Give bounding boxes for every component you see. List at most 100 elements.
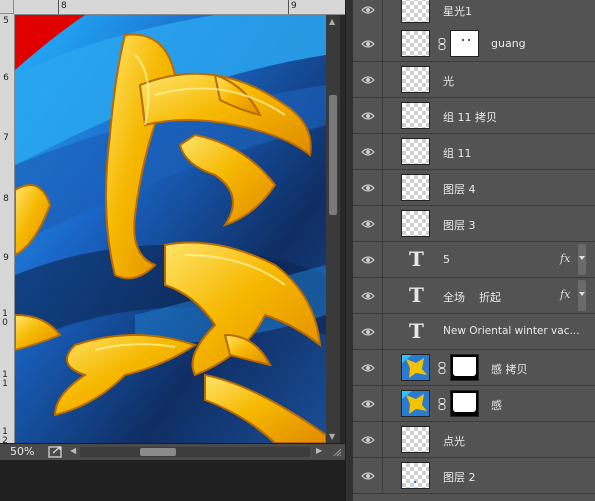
layer-thumbnail xyxy=(401,0,430,23)
document-info-icon[interactable] xyxy=(48,445,64,458)
visibility-toggle[interactable] xyxy=(353,278,383,313)
ruler-label: 6 xyxy=(3,73,9,83)
visibility-toggle[interactable] xyxy=(353,206,383,241)
workspace-background xyxy=(0,460,345,501)
horizontal-scroll-thumb[interactable] xyxy=(140,448,176,456)
layer-name: 点光 xyxy=(443,435,465,448)
layer-row[interactable]: 感 拷贝 xyxy=(353,350,595,386)
layer-thumbnail xyxy=(401,66,430,93)
layer-row[interactable]: guang xyxy=(353,26,595,62)
scroll-right-icon[interactable]: ▶ xyxy=(316,446,322,455)
layer-name: 5 xyxy=(443,253,450,266)
layer-row[interactable]: T 5 fx xyxy=(353,242,595,278)
horizontal-ruler[interactable]: 8 9 xyxy=(14,0,345,15)
eye-icon xyxy=(361,256,375,264)
layer-image-thumbnail xyxy=(401,390,430,417)
vertical-ruler[interactable]: 5 6 7 8 9 1 0 1 1 1 2 xyxy=(0,14,15,443)
layer-name: 感 xyxy=(491,399,502,412)
visibility-toggle[interactable] xyxy=(353,242,383,277)
eye-icon xyxy=(361,148,375,156)
eye-icon xyxy=(361,76,375,84)
layer-thumbnail xyxy=(401,462,430,489)
eye-icon xyxy=(361,292,375,300)
eye-icon xyxy=(361,400,375,408)
eye-icon xyxy=(361,40,375,48)
layer-row[interactable]: 组 11 拷贝 xyxy=(353,98,595,134)
horizontal-scrollbar[interactable] xyxy=(80,447,310,457)
zoom-level[interactable]: 50% xyxy=(10,445,34,458)
mask-dot xyxy=(462,39,464,41)
panel-divider[interactable] xyxy=(345,0,353,501)
artwork-image xyxy=(15,15,326,443)
layer-row[interactable]: 星光1 xyxy=(353,0,595,28)
ruler-label: 9 xyxy=(291,1,297,11)
layer-thumbnail xyxy=(401,426,430,453)
ruler-label: 7 xyxy=(3,133,9,143)
layer-row[interactable]: T New Oriental winter vac... xyxy=(353,314,595,350)
visibility-toggle[interactable] xyxy=(353,314,383,349)
ruler-origin[interactable] xyxy=(0,0,14,14)
layer-name: 感 拷贝 xyxy=(491,363,528,376)
layer-row[interactable]: 组 11 xyxy=(353,134,595,170)
resize-grip-icon[interactable] xyxy=(332,447,342,457)
layer-mask-thumbnail xyxy=(450,354,479,381)
ruler-label: 1 0 xyxy=(2,309,8,328)
visibility-toggle[interactable] xyxy=(353,422,383,457)
layer-thumbnail xyxy=(401,138,430,165)
layer-row[interactable]: 光 xyxy=(353,62,595,98)
layer-name: 星光1 xyxy=(443,5,472,18)
visibility-toggle[interactable] xyxy=(353,170,383,205)
layer-thumbnail xyxy=(401,210,430,237)
visibility-toggle[interactable] xyxy=(353,26,383,61)
layer-name: guang xyxy=(491,37,526,50)
layer-effects-badge[interactable]: fx xyxy=(560,288,570,301)
chain-link-icon[interactable] xyxy=(438,362,446,374)
eye-icon xyxy=(361,328,375,336)
chain-link-icon[interactable] xyxy=(438,398,446,410)
document-window: 8 9 5 6 7 8 9 1 0 1 1 1 2 ▲ ▼ 50% ◀ ▶ xyxy=(0,0,345,501)
eye-icon xyxy=(361,112,375,120)
scroll-down-icon[interactable]: ▼ xyxy=(329,432,335,441)
layer-name: 组 11 xyxy=(443,147,472,160)
eye-icon xyxy=(361,220,375,228)
ruler-label: 8 xyxy=(3,194,9,204)
canvas-artwork[interactable] xyxy=(15,15,326,443)
layer-row[interactable]: 感 xyxy=(353,386,595,422)
visibility-toggle[interactable] xyxy=(353,386,383,421)
layer-row[interactable]: T 全场 折起 fx xyxy=(353,278,595,314)
scroll-up-icon[interactable]: ▲ xyxy=(329,17,335,26)
ruler-label: 5 xyxy=(3,16,9,26)
layer-row[interactable]: 点光 xyxy=(353,422,595,458)
visibility-toggle[interactable] xyxy=(353,458,383,493)
layer-mask-thumbnail xyxy=(450,30,479,57)
layer-thumbnail xyxy=(401,30,430,57)
layer-row[interactable]: 图层 4 xyxy=(353,170,595,206)
visibility-toggle[interactable] xyxy=(353,98,383,133)
layer-name: 组 11 拷贝 xyxy=(443,111,497,124)
vertical-scrollbar[interactable]: ▲ ▼ xyxy=(326,15,340,443)
layer-row[interactable]: 图层 3 xyxy=(353,206,595,242)
effects-expand-toggle[interactable] xyxy=(578,244,586,275)
visibility-toggle[interactable] xyxy=(353,350,383,385)
visibility-toggle[interactable] xyxy=(353,0,383,27)
layer-image-thumbnail xyxy=(401,354,430,381)
text-layer-icon: T xyxy=(409,283,424,307)
scroll-left-icon[interactable]: ◀ xyxy=(70,446,76,455)
ruler-label: 1 2 xyxy=(2,427,8,444)
visibility-toggle[interactable] xyxy=(353,134,383,169)
mask-dot xyxy=(468,39,470,41)
layers-panel: 星光1 guang 光 组 11 拷贝 组 11 图层 4 图层 3 T 5 f… xyxy=(353,0,595,501)
layer-name: New Oriental winter vac... xyxy=(443,325,580,337)
ruler-label: 8 xyxy=(61,1,67,11)
ruler-label: 1 1 xyxy=(2,370,8,389)
effects-expand-toggle[interactable] xyxy=(578,280,586,311)
layer-effects-badge[interactable]: fx xyxy=(560,252,570,265)
visibility-toggle[interactable] xyxy=(353,62,383,97)
layer-thumbnail xyxy=(401,102,430,129)
chain-link-icon[interactable] xyxy=(438,38,446,50)
layer-name: 图层 3 xyxy=(443,219,476,232)
layer-row[interactable]: 图层 2 xyxy=(353,458,595,494)
vertical-scroll-thumb[interactable] xyxy=(329,95,337,215)
layer-thumbnail xyxy=(401,174,430,201)
eye-icon xyxy=(361,184,375,192)
